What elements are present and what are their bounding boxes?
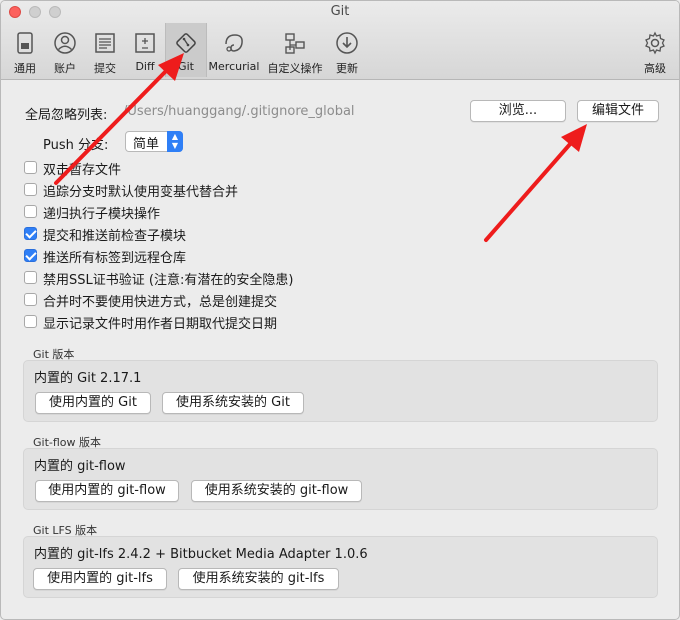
toolbar-tab-diff[interactable]: Diff [125, 23, 165, 77]
toolbar-tab-update[interactable]: 更新 [327, 23, 367, 77]
preferences-window: Git 通用 账户 提交 Diff Git Mercurial 自定义操作 更新… [0, 0, 680, 620]
toolbar-label: 通用 [14, 62, 36, 75]
checkbox[interactable] [24, 271, 37, 284]
push-branch-select[interactable]: 简单 ▲ ▼ [125, 131, 183, 152]
general-icon [17, 32, 33, 54]
option-label: 禁用SSL证书验证 (注意:有潜在的安全隐患) [43, 273, 294, 288]
diff-icon [135, 33, 155, 53]
git-version-group: 内置的 Git 2.17.1 使用内置的 Git 使用系统安装的 Git [23, 360, 658, 422]
toolbar-label: 自定义操作 [267, 62, 323, 75]
toolbar-tab-mercurial[interactable]: Mercurial [207, 23, 261, 77]
global-ignore-path: /Users/huanggang/.gitignore_global [123, 104, 355, 119]
global-ignore-label: 全局忽略列表: [25, 108, 108, 123]
gear-icon [645, 31, 665, 55]
option-label: 显示记录文件时用作者日期取代提交日期 [43, 317, 278, 332]
toolbar-label: 高级 [644, 62, 666, 75]
edit-file-button[interactable]: 编辑文件 [577, 100, 659, 122]
use-system-gitlfs-button[interactable]: 使用系统安装的 git-lfs [178, 568, 339, 590]
git-icon [176, 33, 196, 53]
use-builtin-gitflow-button[interactable]: 使用内置的 git-flow [35, 480, 179, 502]
gitlfs-version-current: 内置的 git-lfs 2.4.2 + Bitbucket Media Adap… [34, 547, 368, 562]
option-label: 追踪分支时默认使用变基代替合并 [43, 185, 239, 200]
updown-arrows-icon: ▲ ▼ [167, 131, 183, 152]
checkbox[interactable] [24, 205, 37, 218]
toolbar-tab-commit[interactable]: 提交 [85, 23, 125, 77]
gitflow-version-current: 内置的 git-flow [34, 459, 126, 474]
push-branch-value: 简单 [133, 137, 160, 152]
git-preferences-pane: 全局忽略列表: /Users/huanggang/.gitignore_glob… [1, 80, 679, 619]
option-label: 推送所有标签到远程仓库 [43, 251, 187, 266]
checkbox[interactable] [24, 315, 37, 328]
custom-actions-icon [285, 33, 305, 54]
use-system-gitflow-button[interactable]: 使用系统安装的 git-flow [191, 480, 362, 502]
gitflow-version-group: 内置的 git-flow 使用内置的 git-flow 使用系统安装的 git-… [23, 448, 658, 510]
checkbox[interactable] [24, 183, 37, 196]
browse-button[interactable]: 浏览... [470, 100, 566, 122]
toolbar-tab-general[interactable]: 通用 [3, 23, 47, 77]
checkbox[interactable] [24, 249, 37, 262]
push-branch-label: Push 分支: [43, 138, 109, 153]
use-builtin-git-button[interactable]: 使用内置的 Git [35, 392, 151, 414]
toolbar-label: 更新 [336, 62, 358, 75]
option-label: 双击暂存文件 [43, 163, 122, 178]
use-system-git-button[interactable]: 使用系统安装的 Git [162, 392, 304, 414]
option-label: 递归执行子模块操作 [43, 207, 161, 222]
git-version-current: 内置的 Git 2.17.1 [34, 371, 142, 386]
use-builtin-gitlfs-button[interactable]: 使用内置的 git-lfs [33, 568, 167, 590]
window-title: Git [330, 4, 350, 19]
gitlfs-version-group: 内置的 git-lfs 2.4.2 + Bitbucket Media Adap… [23, 536, 658, 598]
toolbar-tab-custom-actions[interactable]: 自定义操作 [265, 23, 325, 77]
toolbar-tab-advanced[interactable]: 高级 [635, 23, 675, 77]
toolbar-label: Mercurial [208, 60, 260, 73]
title-bar: Git 通用 账户 提交 Diff Git Mercurial 自定义操作 更新… [1, 1, 679, 80]
toolbar-label: 账户 [54, 62, 76, 75]
account-icon [54, 32, 76, 54]
option-label: 提交和推送前检查子模块 [43, 229, 187, 244]
toolbar-label: 提交 [94, 62, 116, 75]
update-icon [336, 32, 358, 54]
toolbar-label: Git [178, 60, 194, 73]
option-label: 合并时不要使用快进方式，总是创建提交 [43, 295, 278, 310]
toolbar-tab-account[interactable]: 账户 [45, 23, 85, 77]
commit-icon [95, 33, 115, 53]
checkbox[interactable] [24, 161, 37, 174]
mercurial-icon [225, 34, 243, 52]
toolbar-label: Diff [135, 60, 155, 73]
checkbox[interactable] [24, 293, 37, 306]
checkbox[interactable] [24, 227, 37, 240]
toolbar-tab-git[interactable]: Git [165, 23, 207, 77]
